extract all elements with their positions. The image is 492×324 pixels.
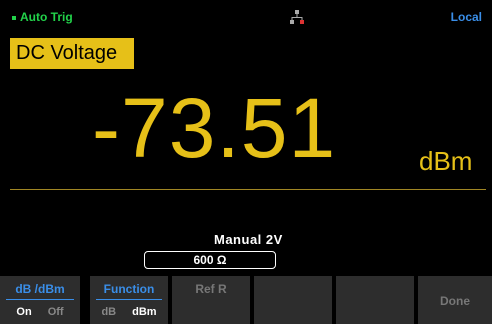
lan-network-icon [290, 10, 304, 31]
option-on: On [16, 306, 32, 318]
trigger-indicator-icon [12, 15, 16, 20]
option-dbm: dBm [132, 306, 157, 318]
softkey-separator [96, 299, 162, 300]
softkey-function-title: Function [103, 282, 155, 296]
softkey-db-dbm-title: dB /dBm [15, 282, 65, 296]
main-reading: -73.51 [92, 81, 337, 175]
softkey-done[interactable]: Done [418, 276, 492, 324]
softkey-ref-r[interactable]: Ref R [172, 276, 252, 324]
ref-resistance-value: 600 [193, 253, 214, 267]
softkey-bar: dB /dBm On Off Function dB dBm Ref R Don… [0, 276, 492, 324]
softkey-done-title: Done [440, 294, 470, 308]
softkey-empty-5 [336, 276, 416, 324]
remote-state-label: Local [450, 10, 482, 24]
option-off: Off [47, 306, 64, 318]
softkey-separator [6, 299, 74, 300]
trigger-mode: Auto Trig [12, 10, 73, 24]
ref-resistance-input[interactable]: 600 Ω [144, 251, 276, 269]
ref-resistance-unit: Ω [216, 253, 227, 267]
softkey-empty-4 [254, 276, 334, 324]
softkey-db-dbm[interactable]: dB /dBm On Off [0, 276, 82, 324]
divider-line [10, 189, 486, 190]
trigger-mode-label: Auto Trig [20, 10, 73, 24]
function-label: DC Voltage [10, 38, 134, 69]
range-label: Manual 2V [214, 232, 283, 247]
option-db: dB [101, 306, 117, 318]
status-bar: Auto Trig Local [0, 0, 492, 34]
softkey-ref-r-title: Ref R [195, 282, 227, 296]
reading-unit: dBm [419, 146, 473, 176]
softkey-function[interactable]: Function dB dBm [90, 276, 170, 324]
